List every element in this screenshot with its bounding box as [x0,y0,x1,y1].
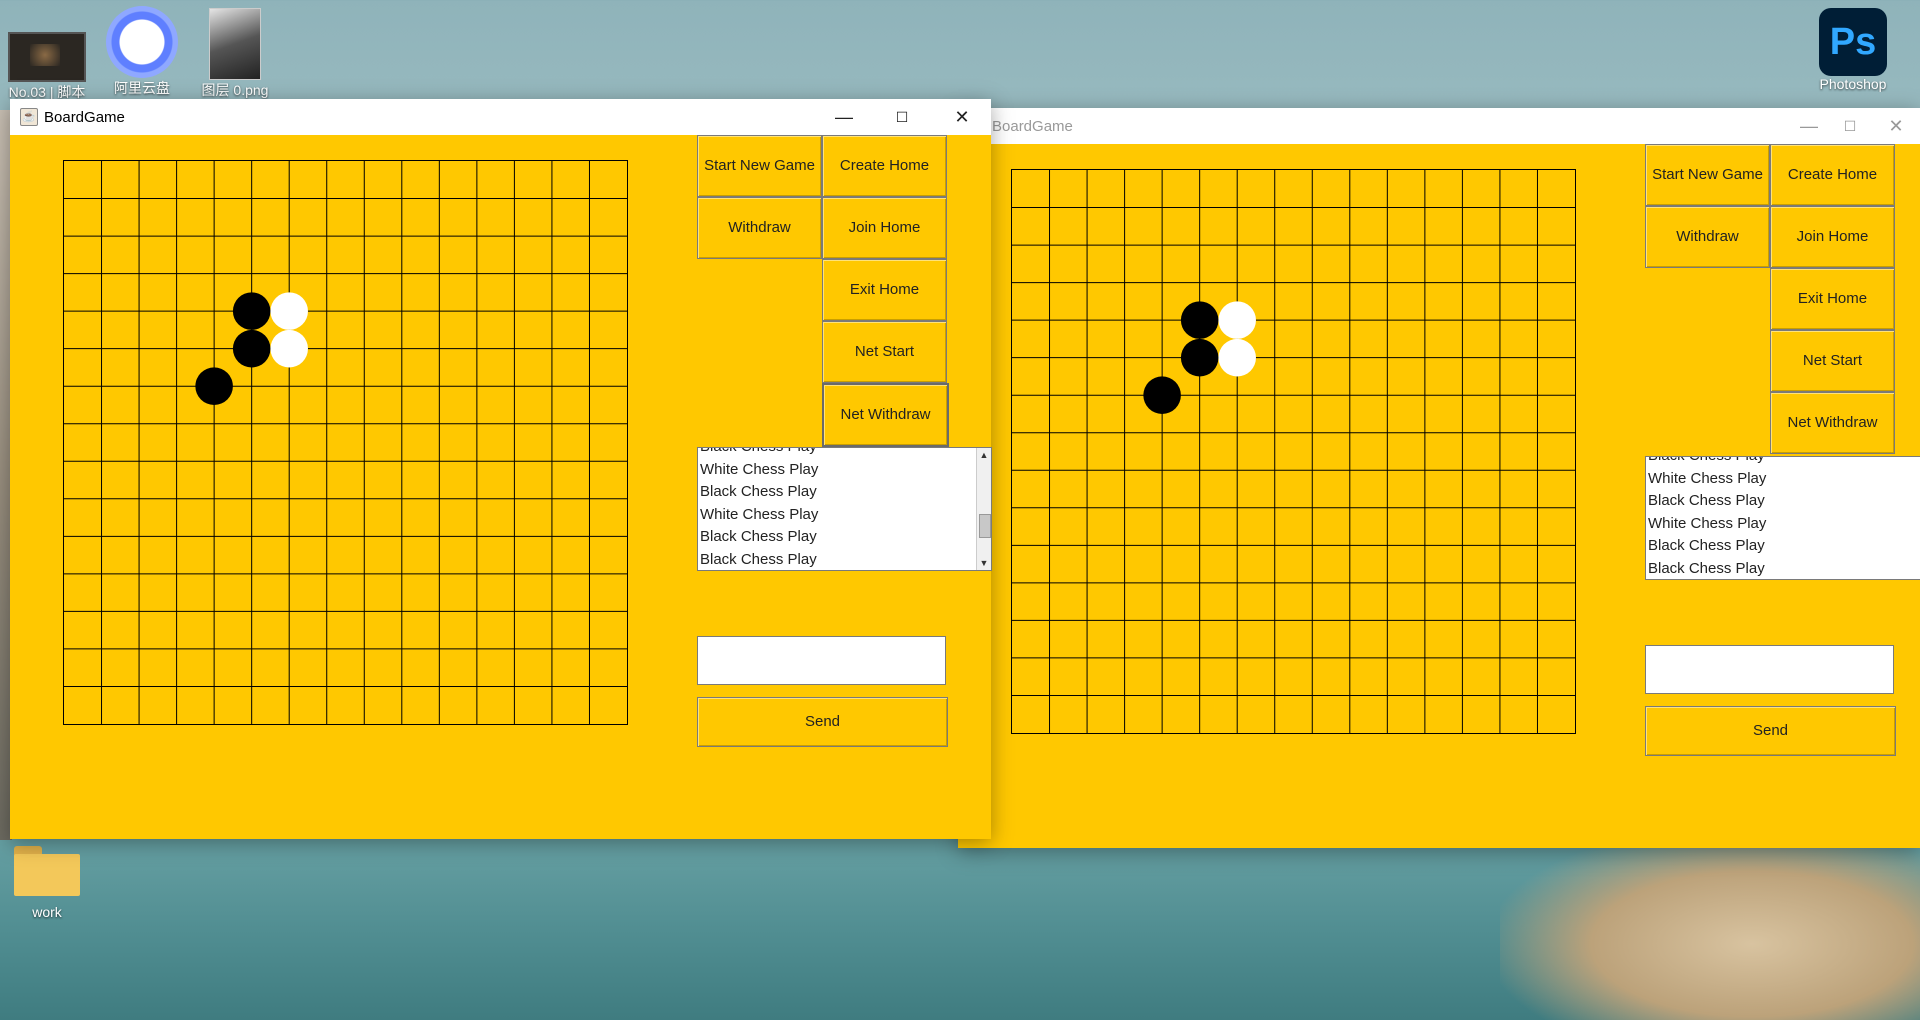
join-home-button[interactable]: Join Home [822,197,947,259]
move-log[interactable]: Black Chess Play White Chess Play Black … [1645,456,1920,580]
move-log[interactable]: Black Chess Play White Chess Play Black … [697,447,992,571]
create-home-button[interactable]: Create Home [1770,144,1895,206]
game-board[interactable] [1011,169,1576,734]
desktop-icon-image[interactable]: 图层 0.png [190,8,280,100]
net-start-button[interactable]: Net Start [1770,330,1895,392]
board-background [64,161,627,724]
aliyun-drive-icon [106,6,178,78]
exit-home-button[interactable]: Exit Home [1770,268,1895,330]
window-title: BoardGame [992,118,1073,135]
boardgame-window-main: ☕ BoardGame — ☐ ✕ Start New Game Create … [10,99,992,839]
boardgame-window-secondary: BoardGame — ☐ ✕ Start New Game Create Ho… [958,108,1920,848]
log-line: White Chess Play [700,460,819,478]
desktop-icon-label: 阿里云盘 [114,80,170,96]
white-stone [1218,301,1256,339]
log-line: Black Chess Play [698,448,991,459]
log-line: White Chess Play [1648,469,1767,487]
minimize-icon[interactable]: — [1789,112,1829,140]
board-background [1012,170,1575,733]
log-line: Black Chess Play [1648,492,1765,509]
create-home-button[interactable]: Create Home [822,135,947,197]
desktop-grass [1500,830,1920,1020]
join-home-button[interactable]: Join Home [1770,206,1895,268]
net-withdraw-button[interactable]: Net Withdraw [822,383,949,447]
net-start-button[interactable]: Net Start [822,321,947,383]
log-line: Black Chess Play [700,483,817,500]
send-button[interactable]: Send [1645,706,1896,756]
desktop-icon-label: work [32,904,62,920]
black-stone [232,329,271,368]
desktop-icon-label: 图层 0.png [201,82,269,98]
board-grid[interactable] [1012,170,1575,733]
desktop-icon-aliyun[interactable]: 阿里云盘 [97,6,187,98]
title-bar[interactable]: ☕ BoardGame — ☐ ✕ [10,99,991,135]
java-app-icon: ☕ [20,108,38,126]
title-bar[interactable]: BoardGame — ☐ ✕ [958,108,1920,144]
close-icon[interactable]: ✕ [1876,112,1916,140]
log-line: White Chess Play [1648,514,1767,532]
log-line: Black Chess Play [1648,559,1765,577]
log-scrollbar[interactable]: ▲ ▼ [976,448,991,570]
desktop-icon-label: Photoshop [1819,76,1887,92]
folder-icon [14,846,80,896]
image-thumbnail-icon [209,8,261,80]
black-stone [232,292,271,330]
white-stone [270,292,308,330]
start-new-game-button[interactable]: Start New Game [697,135,822,197]
withdraw-button[interactable]: Withdraw [1645,206,1770,268]
maximize-icon[interactable]: ☐ [882,103,922,131]
black-stone [1143,376,1181,414]
close-icon[interactable]: ✕ [942,103,982,131]
desktop-icon-video[interactable]: No.03 | 脚本 [2,32,92,102]
video-thumbnail-icon [8,32,86,82]
log-line: Black Chess Play [700,550,817,568]
withdraw-button[interactable]: Withdraw [697,197,822,259]
black-stone [195,367,233,405]
white-stone [1218,338,1256,377]
game-board[interactable] [63,160,628,725]
net-withdraw-button[interactable]: Net Withdraw [1770,392,1895,454]
scroll-up-icon[interactable]: ▲ [977,448,991,462]
black-stone [1180,338,1219,377]
message-input[interactable] [1645,645,1894,694]
board-grid[interactable] [64,161,627,724]
send-button[interactable]: Send [697,697,948,747]
desktop-icon-photoshop[interactable]: Ps Photoshop [1808,8,1898,92]
log-line: Black Chess Play [1648,537,1765,554]
log-line: Black Chess Play [1646,457,1920,468]
exit-home-button[interactable]: Exit Home [822,259,947,321]
log-line: White Chess Play [700,505,819,523]
maximize-icon[interactable]: ☐ [1830,112,1870,140]
scroll-down-icon[interactable]: ▼ [977,556,991,570]
scroll-thumb[interactable] [979,514,991,538]
message-input[interactable] [697,636,946,685]
white-stone [270,329,308,368]
window-title: BoardGame [44,109,125,126]
start-new-game-button[interactable]: Start New Game [1645,144,1770,206]
minimize-icon[interactable]: — [824,103,864,131]
log-line: Black Chess Play [700,528,817,545]
photoshop-icon: Ps [1819,8,1887,76]
desktop-icon-work[interactable]: work [2,846,92,920]
black-stone [1180,301,1219,339]
